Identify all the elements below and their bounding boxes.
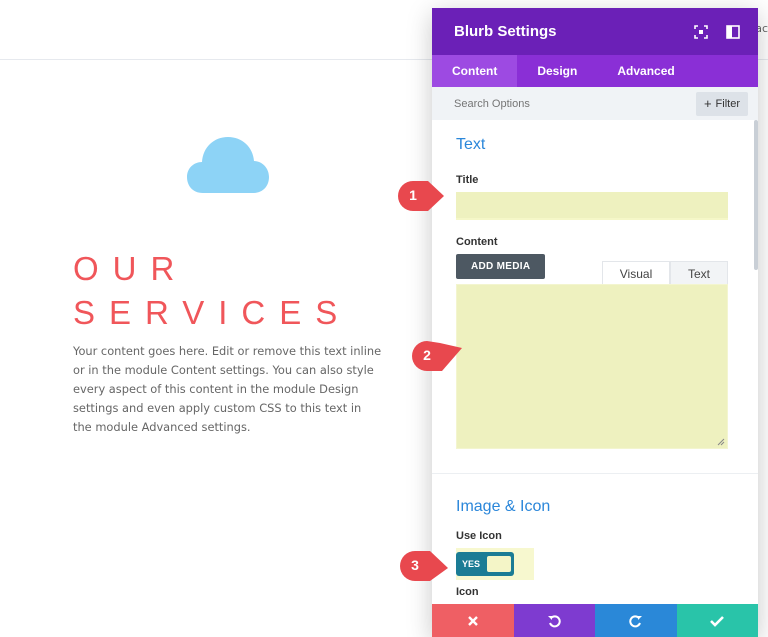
panel-header: Blurb Settings: [432, 8, 758, 55]
heading-line-2: SERVICES: [73, 294, 352, 331]
callout-number: 1: [409, 187, 417, 203]
cloud-icon: [187, 137, 269, 193]
tab-advanced[interactable]: Advanced: [597, 55, 694, 87]
tab-design[interactable]: Design: [517, 55, 597, 87]
discard-button[interactable]: [432, 604, 514, 637]
close-icon: [467, 615, 478, 626]
callout-number: 3: [411, 557, 419, 573]
panel-footer: [432, 604, 758, 637]
tab-content[interactable]: Content: [432, 55, 518, 87]
section-title-text[interactable]: Text: [456, 136, 728, 154]
add-media-button[interactable]: ADD MEDIA: [456, 254, 546, 279]
editor-toolbar: ADD MEDIA Visual Text: [456, 254, 728, 285]
toggle-value: YES: [462, 559, 481, 569]
content-field-label: Content: [456, 236, 498, 248]
icon-field-label: Icon: [456, 586, 479, 598]
settings-tabs: Content Design Advanced: [432, 55, 758, 87]
panel-title: Blurb Settings: [454, 23, 557, 40]
undo-button[interactable]: [513, 604, 595, 637]
redo-button[interactable]: [595, 604, 677, 637]
filter-button-label: Filter: [715, 97, 740, 110]
editor-tab-text[interactable]: Text: [670, 261, 728, 285]
title-field-label: Title: [456, 174, 479, 186]
fullscreen-icon[interactable]: [692, 23, 710, 41]
save-button[interactable]: [676, 604, 758, 637]
resize-handle-icon[interactable]: [717, 438, 725, 446]
undo-icon: [548, 614, 561, 627]
editor-tab-visual[interactable]: Visual: [602, 261, 670, 285]
toggle-knob: [487, 556, 511, 572]
sidebar-toggle-icon[interactable]: [724, 23, 742, 41]
panel-scrollbar[interactable]: [754, 120, 758, 270]
plus-icon: +: [703, 96, 712, 111]
content-textarea[interactable]: [456, 284, 728, 449]
callout-1: 1: [398, 180, 444, 214]
heading-line-1: OUR: [73, 250, 189, 287]
page: ac OUR SERVICES Your content goes here. …: [0, 0, 768, 637]
filter-button[interactable]: + Filter: [695, 91, 748, 116]
search-options-input[interactable]: [454, 97, 696, 110]
section-title-image-icon[interactable]: Image & Icon: [456, 498, 728, 516]
editor-mode-tabs: Visual Text: [602, 261, 728, 285]
callout-2: 2: [412, 340, 462, 374]
use-icon-highlight: YES: [456, 548, 534, 580]
services-heading: OUR SERVICES: [73, 247, 351, 335]
checkmark-icon: [710, 615, 725, 627]
blurb-settings-panel: Blurb Settings Content Design Advanced S…: [432, 8, 758, 637]
callout-3: 3: [400, 550, 448, 584]
settings-content: Text Title Content ADD MEDIA Visual Text…: [432, 136, 758, 598]
redo-icon: [629, 614, 642, 627]
search-row: + Filter: [432, 87, 758, 120]
use-icon-toggle[interactable]: YES: [456, 552, 514, 576]
callout-number: 2: [423, 347, 431, 363]
title-input[interactable]: [456, 192, 728, 220]
blurb-body-text: Your content goes here. Edit or remove t…: [73, 344, 382, 434]
section-divider: [432, 473, 758, 474]
use-icon-label: Use Icon: [456, 530, 502, 542]
